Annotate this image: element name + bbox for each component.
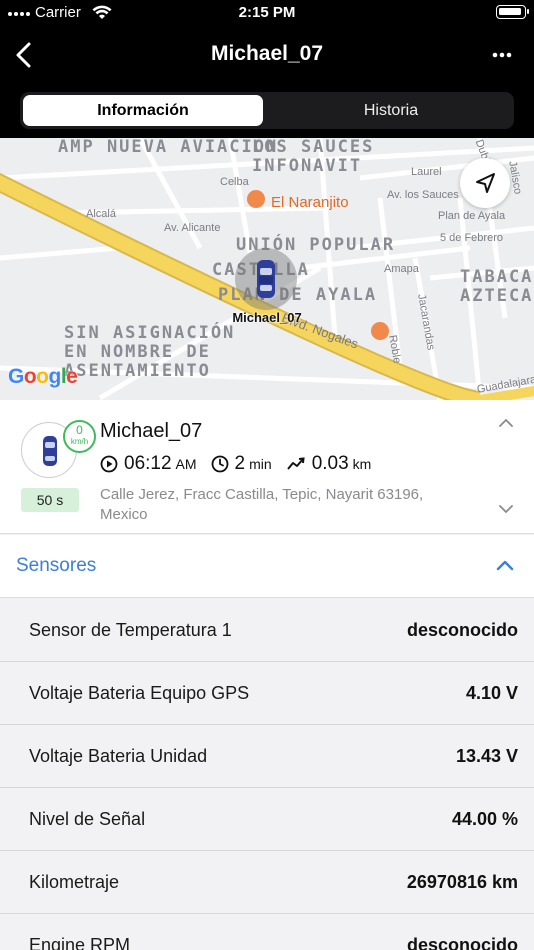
trip-metrics: 06:12 AM 2 min 0.03 km	[100, 452, 385, 476]
map-view[interactable]: AMP NUEVA AVIACIÓN LOS SAUCES INFONAVIT …	[0, 138, 534, 400]
battery-icon	[496, 5, 529, 19]
sensor-value: 13.43 V	[455, 746, 518, 766]
street-label: Av. los Sauces	[387, 189, 459, 201]
sensor-row: Sensor de Temperatura 1 desconocido	[0, 599, 534, 662]
segmented-control: Información Historia	[20, 92, 514, 129]
distance-value: 0.03	[311, 453, 349, 474]
vehicle-marker[interactable]	[235, 248, 297, 310]
duration-unit: min	[249, 456, 272, 472]
sensor-row: Engine RPM desconocido	[0, 914, 534, 950]
speed-unit: km/h	[70, 437, 89, 446]
status-time: 2:15 PM	[238, 4, 296, 21]
vehicle-card[interactable]: 0 km/h 50 s Michael_07 06:12 AM 2 min 0.…	[0, 400, 534, 534]
sensor-label: Sensor de Temperatura 1	[29, 620, 232, 640]
nav-bar: Michael_07	[0, 30, 534, 80]
sensor-row: Voltaje Bateria Equipo GPS 4.10 V	[0, 662, 534, 725]
google-logo: Google	[8, 365, 78, 388]
street-label: Plan de Ayala	[438, 210, 506, 222]
street-label: Amapa	[384, 263, 419, 275]
more-options-icon[interactable]	[492, 43, 512, 67]
sensor-label: Kilometraje	[29, 872, 120, 892]
street-label: Alcalá	[86, 208, 116, 220]
chevron-up-icon[interactable]	[498, 418, 514, 428]
top-bar: Carrier 2:15 PM Michael_07 Información H…	[0, 0, 534, 138]
street-label: Celba	[220, 176, 249, 188]
sensors-section-header[interactable]: Sensores	[0, 535, 534, 598]
sensor-value: 4.10 V	[465, 683, 518, 703]
tab-informacion[interactable]: Información	[23, 95, 263, 126]
map-area-label: AMP NUEVA AVIACIÓN	[58, 138, 279, 157]
sensor-row: Kilometraje 26970816 km	[0, 851, 534, 914]
status-bar: Carrier 2:15 PM	[0, 0, 534, 28]
vehicle-name: Michael_07	[100, 420, 203, 442]
sensor-label: Voltaje Bateria Unidad	[29, 746, 208, 766]
sensor-row: Voltaje Bateria Unidad 13.43 V	[0, 725, 534, 788]
last-update-age: 50 s	[21, 488, 79, 512]
navigation-arrow-icon	[476, 173, 495, 193]
car-icon	[257, 260, 275, 298]
speed-badge: 0 km/h	[63, 420, 96, 453]
tab-historia[interactable]: Historia	[271, 95, 511, 126]
start-time-suffix: AM	[175, 456, 197, 472]
sensor-row: Nivel de Señal 44.00 %	[0, 788, 534, 851]
sensor-label: Engine RPM	[29, 935, 131, 950]
speed-value: 0	[76, 423, 83, 437]
sensor-value: 26970816 km	[406, 872, 518, 892]
sensor-value: 44.00 %	[451, 809, 518, 829]
trend-icon	[286, 457, 305, 470]
vehicle-map-label: Michael_07	[232, 310, 302, 325]
distance-unit: km	[352, 456, 372, 472]
sensor-label: Nivel de Señal	[29, 809, 146, 829]
poi-label: El Naranjito	[271, 194, 349, 211]
page-title: Michael_07	[210, 42, 324, 65]
map-area-label: TABACALERA AZTECA	[460, 268, 534, 306]
chevron-up-icon[interactable]	[496, 559, 514, 571]
street-label: Av. Alicante	[164, 222, 221, 234]
sensor-value: desconocido	[406, 620, 518, 640]
clock-icon	[211, 455, 228, 473]
sensor-value: desconocido	[406, 935, 518, 950]
sensor-list: Sensor de Temperatura 1 desconocido Volt…	[0, 599, 534, 950]
vehicle-address: Calle Jerez, Fracc Castilla, Tepic, Naya…	[100, 486, 424, 523]
start-time-value: 06:12	[124, 453, 172, 474]
chevron-down-icon[interactable]	[498, 504, 514, 514]
street-label: 5 de Febrero	[440, 232, 503, 244]
duration-value: 2	[234, 453, 246, 474]
play-circle-icon	[100, 455, 118, 473]
locate-me-button[interactable]	[460, 158, 510, 208]
street-label: Laurel	[411, 166, 442, 178]
map-area-label: SIN ASIGNACIÓN EN NOMBRE DE ASENTAMIENTO	[64, 323, 236, 381]
sensors-title: Sensores	[16, 555, 97, 576]
sensor-label: Voltaje Bateria Equipo GPS	[29, 683, 250, 703]
